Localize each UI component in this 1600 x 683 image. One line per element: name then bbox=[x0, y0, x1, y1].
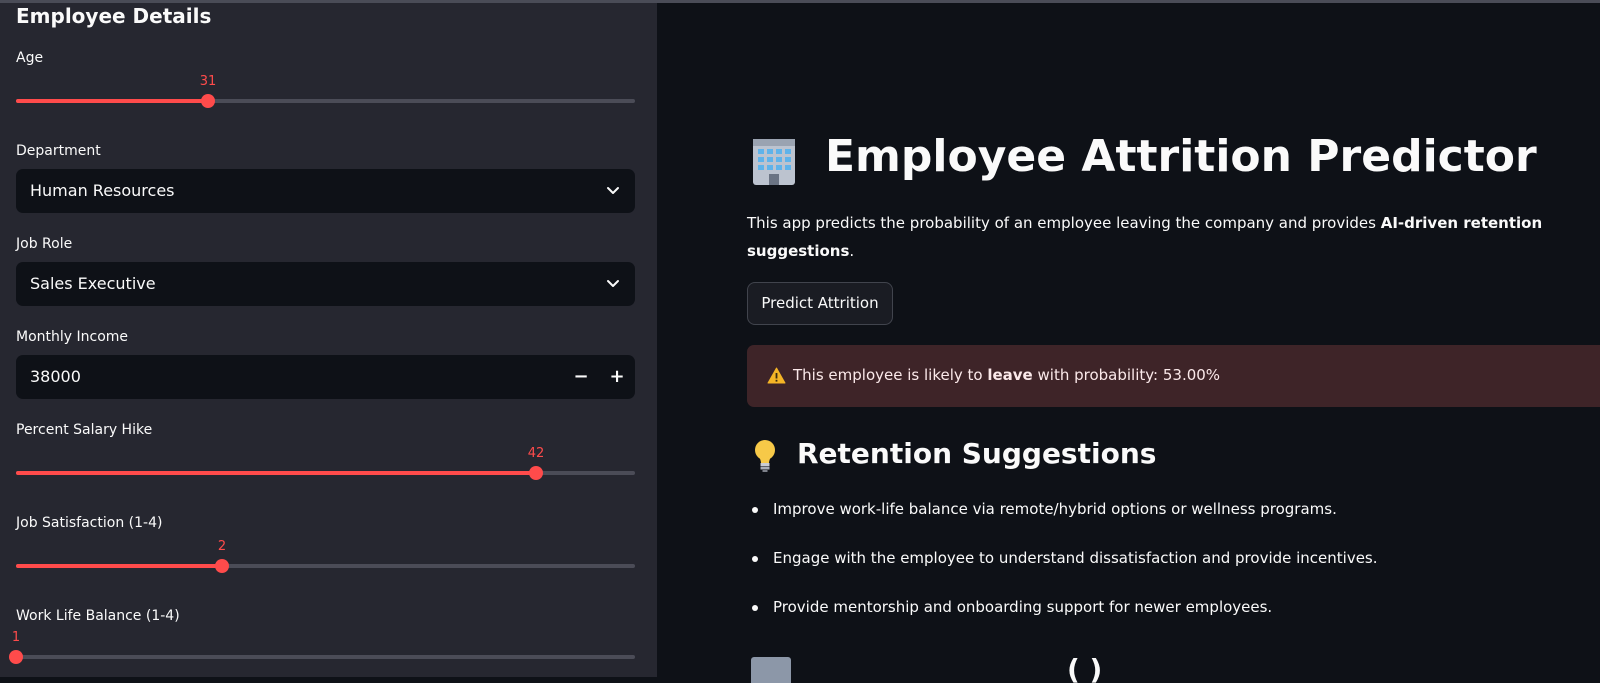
job-satisfaction-slider[interactable]: 2 bbox=[16, 539, 635, 578]
department-label: Department bbox=[16, 143, 101, 159]
monthly-income-value: 38000 bbox=[30, 367, 81, 386]
page-title: Employee Attrition Predictor bbox=[825, 131, 1537, 182]
alert-text: This employee is likely to leave with pr… bbox=[793, 366, 1220, 384]
department-value: Human Resources bbox=[30, 181, 175, 200]
salary-hike-value: 42 bbox=[527, 446, 545, 461]
list-item: Engage with the employee to understand d… bbox=[747, 546, 1587, 595]
app-description: This app predicts the probability of an … bbox=[747, 209, 1547, 265]
job-satisfaction-value: 2 bbox=[217, 539, 227, 554]
alert-text-bold: leave bbox=[987, 366, 1033, 384]
slider-thumb[interactable] bbox=[215, 559, 229, 573]
description-end: . bbox=[849, 242, 855, 260]
chevron-down-icon bbox=[607, 187, 619, 194]
job-role-select[interactable]: Sales Executive bbox=[16, 262, 635, 306]
main-content: Employee Attrition Predictor This app pr… bbox=[657, 3, 1600, 683]
job-role-value: Sales Executive bbox=[30, 274, 156, 293]
suggestions-list: Improve work-life balance via remote/hyb… bbox=[747, 497, 1587, 644]
job-satisfaction-label: Job Satisfaction (1-4) bbox=[16, 515, 163, 531]
alert-text-end: with probability: 53.00% bbox=[1032, 366, 1221, 384]
decrement-button[interactable]: − bbox=[570, 366, 592, 388]
salary-hike-slider[interactable]: 42 bbox=[16, 446, 635, 485]
chevron-down-icon bbox=[607, 280, 619, 287]
slider-fill bbox=[16, 471, 536, 475]
list-item: Improve work-life balance via remote/hyb… bbox=[747, 497, 1587, 546]
description-text: This app predicts the probability of an … bbox=[747, 214, 1381, 232]
predict-attrition-button[interactable]: Predict Attrition bbox=[747, 282, 893, 325]
age-slider[interactable]: 31 bbox=[16, 74, 635, 113]
light-bulb-icon bbox=[755, 440, 775, 472]
slider-thumb[interactable] bbox=[529, 466, 543, 480]
monthly-income-input[interactable]: 38000 − + bbox=[16, 355, 635, 399]
monthly-income-label: Monthly Income bbox=[16, 329, 129, 345]
work-life-balance-label: Work Life Balance (1-4) bbox=[16, 608, 180, 624]
warning-alert: This employee is likely to leave with pr… bbox=[747, 345, 1600, 407]
sidebar-title: Employee Details bbox=[16, 4, 212, 28]
slider-fill bbox=[16, 564, 222, 568]
slider-fill bbox=[16, 99, 208, 103]
job-role-label: Job Role bbox=[16, 236, 73, 252]
slider-thumb[interactable] bbox=[9, 650, 23, 664]
slider-thumb[interactable] bbox=[201, 94, 215, 108]
suggestions-title: Retention Suggestions bbox=[797, 437, 1157, 470]
increment-button[interactable]: + bbox=[606, 366, 628, 388]
partial-heading: ( ) bbox=[747, 653, 1347, 683]
report-icon bbox=[751, 657, 791, 683]
age-label: Age bbox=[16, 50, 44, 66]
work-life-balance-slider[interactable]: 1 bbox=[9, 630, 635, 669]
alert-text-start: This employee is likely to bbox=[793, 366, 988, 384]
slider-track bbox=[16, 655, 635, 659]
list-item: Provide mentorship and onboarding suppor… bbox=[747, 595, 1587, 644]
department-select[interactable]: Human Resources bbox=[16, 169, 635, 213]
partial-heading-text: ( ) bbox=[1067, 653, 1103, 683]
work-life-balance-value: 1 bbox=[11, 630, 21, 645]
age-value: 31 bbox=[199, 74, 217, 89]
warning-icon bbox=[767, 367, 786, 384]
sidebar: Employee Details Age 31 Department Human… bbox=[0, 3, 657, 677]
salary-hike-label: Percent Salary Hike bbox=[16, 422, 153, 438]
office-building-icon bbox=[753, 139, 795, 185]
